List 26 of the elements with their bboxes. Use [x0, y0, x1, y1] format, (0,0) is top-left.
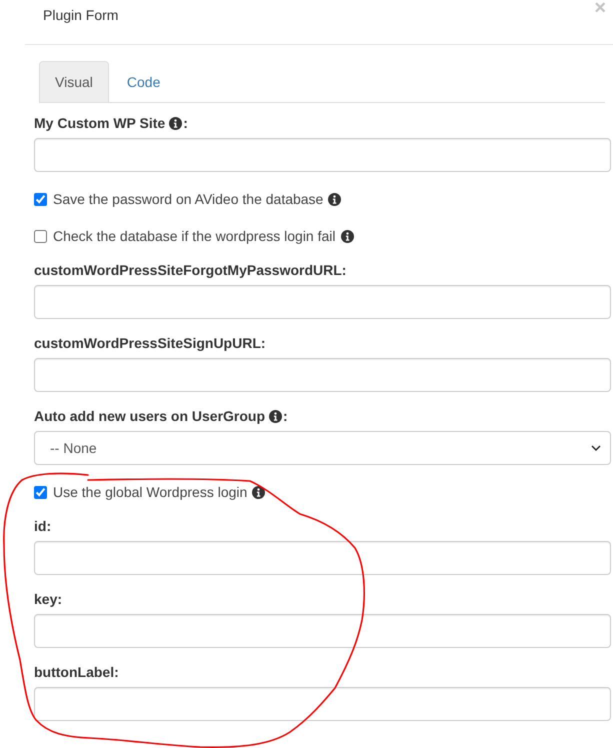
text-input[interactable] [34, 138, 611, 172]
checkbox[interactable] [34, 230, 47, 242]
field-label: id: [34, 517, 52, 536]
text-input[interactable] [34, 285, 611, 319]
text-input[interactable] [34, 541, 611, 575]
checkbox-label: Check the database if the wordpress login fail [53, 227, 336, 246]
text-input[interactable] [34, 614, 611, 648]
field-label: key: [34, 590, 62, 609]
dialog-title: Plugin Form [43, 6, 118, 25]
checkbox[interactable] [34, 486, 47, 498]
tab[interactable]: Visual [39, 61, 109, 103]
field-label: buttonLabel: [34, 663, 119, 682]
text-input[interactable] [34, 687, 611, 721]
field-label: My Custom WP Site [34, 114, 166, 133]
chevron-down-icon [591, 445, 601, 451]
usergroup-dropdown[interactable]: -- None [34, 431, 611, 465]
label-colon: : [283, 407, 288, 426]
checkbox-label: Save the password on AVideo the database [53, 190, 324, 209]
tab[interactable]: Code [110, 61, 176, 103]
field-label: customWordPressSiteForgotMyPasswordURL: [34, 261, 346, 280]
field-label: Auto add new users on UserGroup [34, 407, 266, 426]
text-input[interactable] [34, 358, 611, 392]
label-colon: : [183, 114, 188, 133]
checkbox-label: Use the global Wordpress login [53, 483, 248, 502]
checkbox[interactable] [34, 192, 47, 206]
field-label: customWordPressSiteSignUpURL: [34, 334, 266, 353]
